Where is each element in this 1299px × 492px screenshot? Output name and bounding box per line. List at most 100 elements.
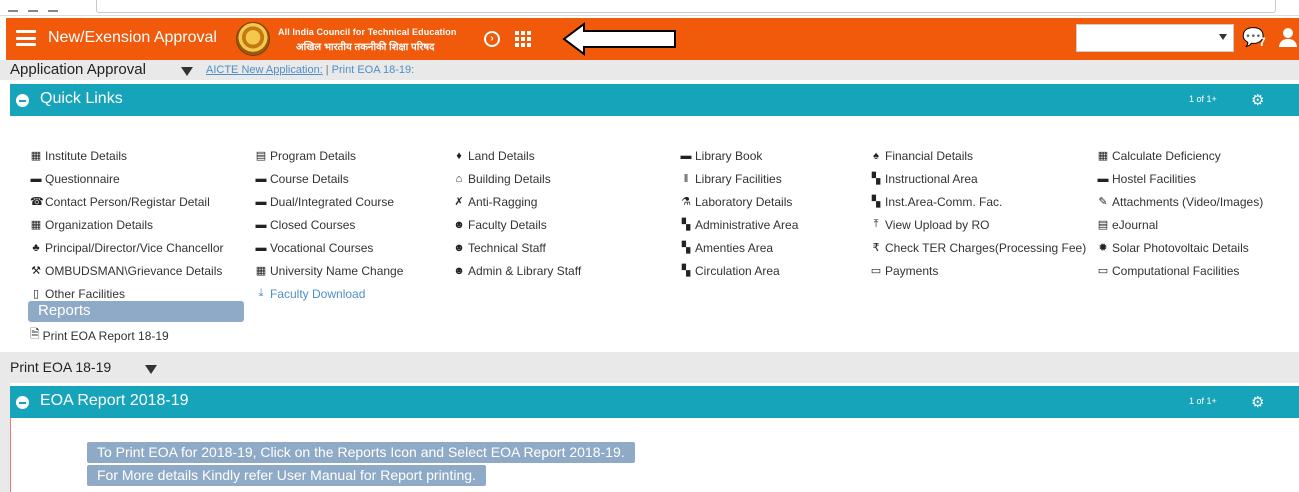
quick-link-item[interactable]: ▤ Program Details [255, 144, 403, 167]
quick-link-item[interactable]: ⚗ Laboratory Details [680, 190, 798, 213]
quick-link-item[interactable]: ▚ Inst.Area-Comm. Fac. [870, 190, 1086, 213]
quick-link-item[interactable]: ₹ Check TER Charges(Processing Fee) [870, 236, 1087, 259]
quick-link-item[interactable]: ▤ eJournal [1097, 213, 1263, 236]
quick-link-item[interactable]: ▬ Closed Courses [255, 213, 403, 236]
header-select[interactable] [1076, 24, 1234, 52]
breadcrumb-section[interactable]: Application Approval [10, 61, 146, 78]
bed-icon: ▬ [1097, 172, 1109, 185]
quick-link-item[interactable]: ▬ Library Book [680, 144, 798, 167]
quick-link-item[interactable]: ▚ Instructional Area [870, 167, 1086, 190]
quick-link-label: University Name Change [270, 263, 404, 278]
quick-link-label: Building Details [468, 171, 551, 186]
library-icon: ‖ [683, 172, 689, 185]
chevron-right-circle-icon[interactable]: › [484, 31, 500, 47]
building-icon: ▦ [30, 150, 42, 162]
quick-link-label: Library Book [695, 148, 763, 163]
quick-link-item[interactable]: ▚ Circulation Area [680, 259, 798, 282]
pager-text: 1 of 1+ [1189, 396, 1217, 406]
quick-link-item[interactable]: ▬ Dual/Integrated Course [255, 190, 403, 213]
quick-link-label: Inst.Area-Comm. Fac. [885, 194, 1003, 209]
browser-nav-icons[interactable] [8, 2, 88, 12]
quick-link-item[interactable]: ☻ Admin & Library Staff [453, 259, 581, 282]
quick-link-label: eJournal [1112, 217, 1159, 232]
quick-link-label: Principal/Director/Vice Chancellor [45, 240, 224, 255]
quick-link-item[interactable]: ✹ Solar Photovoltaic Details [1097, 236, 1263, 259]
user-icon[interactable] [1279, 28, 1297, 48]
quick-link-label: Circulation Area [695, 263, 780, 278]
quick-link-item[interactable]: ☻ Faculty Details [453, 213, 581, 236]
eoa-report-header[interactable]: EOA Report 2018-19 1 of 1+ ⚙ [10, 386, 1299, 418]
map-icon: ▚ [681, 265, 691, 277]
quick-link-item[interactable]: ⤒ View Upload by RO [870, 213, 1086, 236]
gavel-icon: ⚒ [31, 265, 41, 277]
quick-link-item[interactable]: ▚ Amenties Area [680, 236, 798, 259]
quick-link-label: Faculty Download [270, 286, 366, 301]
monitor-icon: ▭ [1097, 265, 1109, 277]
user-times-icon: ✗ [454, 196, 464, 208]
quick-link-label: Admin & Library Staff [468, 263, 582, 278]
quick-link-item[interactable]: ⚒ OMBUDSMAN\Grievance Details [30, 259, 224, 282]
quick-link-item[interactable]: ▬ Vocational Courses [255, 236, 403, 259]
users-icon: ☻ [453, 241, 465, 254]
menu-icon[interactable] [16, 30, 36, 46]
notification-count: 7 [1259, 35, 1266, 49]
quick-link-item[interactable]: ▬ Hostel Facilities [1097, 167, 1263, 190]
quick-link-label: Amenties Area [695, 240, 774, 255]
quick-link-label: Faculty Details [468, 217, 547, 232]
quick-link-label: Calculate Deficiency [1112, 148, 1221, 163]
quick-link-item[interactable]: ▚ Administrative Area [680, 213, 799, 236]
quick-links-title: Quick Links [40, 90, 123, 107]
quick-link-item[interactable]: ☎ Contact Person/Registar Detail [30, 190, 224, 213]
print-eoa-section-label[interactable]: Print EOA 18-19 [10, 359, 111, 375]
quick-link-item[interactable]: ♣ Principal/Director/Vice Chancellor [30, 236, 224, 259]
gear-icon[interactable]: ⚙ [1251, 91, 1264, 109]
print-eoa-report-link[interactable]: 🗎 Print EOA Report 18-19 [30, 325, 169, 346]
quick-link-item[interactable]: ‖ Library Facilities [680, 167, 798, 190]
apps-grid-icon[interactable] [515, 31, 531, 47]
upload-icon: ⤒ [873, 218, 879, 230]
app-title[interactable]: New/Exension Approval [48, 29, 217, 47]
quick-link-item[interactable]: ▭ Computational Facilities [1097, 259, 1263, 282]
breadcrumb-links: AICTE New Application: | Print EOA 18-19: [206, 64, 414, 76]
quick-link-item[interactable]: ▬ Questionnaire [30, 167, 224, 190]
download-icon: ⤓ [258, 287, 264, 299]
quick-link-item[interactable]: ♠ Financial Details [870, 144, 1086, 167]
collapse-icon[interactable] [16, 94, 29, 107]
book-icon: ▬ [255, 195, 267, 208]
print-eoa-section: Print EOA 18-19 [0, 352, 1299, 383]
annotation-arrow-icon [562, 22, 676, 56]
card-icon: ▭ [870, 265, 882, 277]
reports-button[interactable]: Reports [28, 301, 244, 322]
users-icon: ☻ [453, 264, 465, 277]
quick-link-label: Vocational Courses [270, 240, 374, 255]
rupee-icon: ₹ [872, 242, 880, 254]
breadcrumb-link-new-application[interactable]: AICTE New Application: [206, 64, 323, 76]
quick-link-item[interactable]: ▬ Course Details [255, 167, 403, 190]
sitemap-icon: ♣ [32, 241, 40, 254]
quick-link-item[interactable]: ⤓ Faculty Download [255, 282, 403, 305]
caret-down-icon[interactable] [145, 365, 157, 374]
quick-link-item[interactable]: ♦ Land Details [453, 144, 581, 167]
quick-link-label: Program Details [270, 148, 357, 163]
quick-link-item[interactable]: ▭ Payments [870, 259, 1086, 282]
eoa-message: For More details Kindly refer User Manua… [87, 465, 486, 486]
quick-link-item[interactable]: ✎ Attachments (Video/Images) [1097, 190, 1263, 213]
quick-link-label: Laboratory Details [695, 194, 793, 209]
quick-link-item[interactable]: ✗ Anti-Ragging [453, 190, 581, 213]
quick-link-item[interactable]: ☻ Technical Staff [453, 236, 581, 259]
quick-link-item[interactable]: ▦ Organization Details [30, 213, 224, 236]
eoa-report-title: EOA Report 2018-19 [40, 392, 189, 409]
quick-link-item[interactable]: ▦ Institute Details [30, 144, 224, 167]
quick-link-item[interactable]: ▦ University Name Change [255, 259, 404, 282]
eoa-message: To Print EOA for 2018-19, Click on the R… [87, 442, 635, 463]
breadcrumb-link-print-eoa[interactable]: Print EOA 18-19: [332, 64, 415, 76]
quick-link-item[interactable]: ▦ Calculate Deficiency [1097, 144, 1263, 167]
quick-link-label: Solar Photovoltaic Details [1112, 240, 1249, 255]
gear-icon[interactable]: ⚙ [1251, 393, 1264, 411]
collapse-icon[interactable] [16, 396, 29, 409]
quick-links-body: ▦ Institute Details ▬ Questionnaire ☎ Contact… [10, 117, 1299, 350]
quick-link-item[interactable]: ⌂ Building Details [453, 167, 581, 190]
caret-down-icon[interactable] [181, 67, 193, 76]
address-bar[interactable] [96, 0, 1276, 13]
quick-links-header[interactable]: Quick Links 1 of 1+ ⚙ [10, 84, 1299, 116]
